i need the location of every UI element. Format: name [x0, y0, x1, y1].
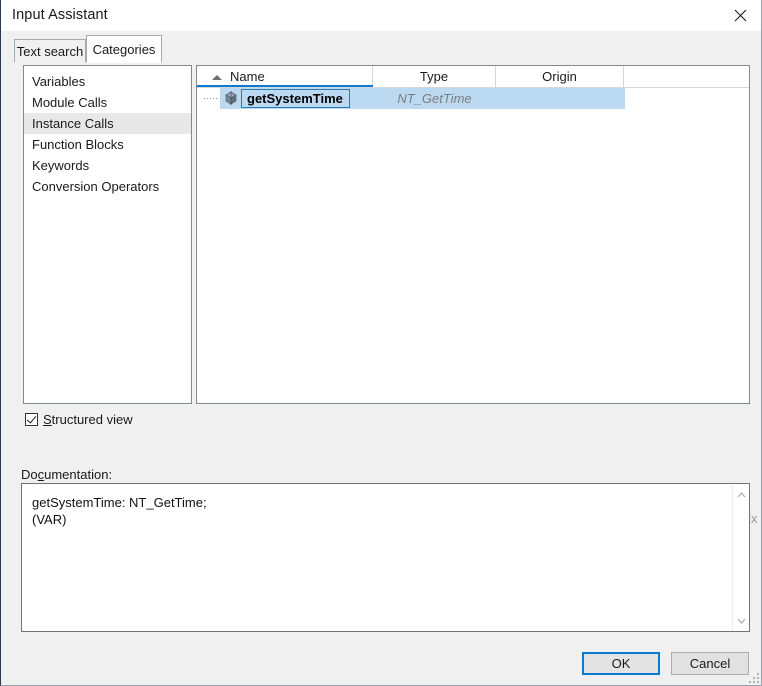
category-item-label: Keywords: [32, 158, 90, 173]
column-sort-underline: [197, 85, 373, 87]
tab-text-search-label: Text search: [16, 43, 84, 59]
row-type-cell: NT_GetTime: [397, 91, 472, 106]
column-header-filler: [624, 66, 749, 87]
tab-categories-label: Categories: [92, 41, 156, 57]
category-item-label: Function Blocks: [32, 137, 124, 152]
label-rest: umentation:: [44, 467, 113, 482]
tab-categories[interactable]: Categories: [86, 35, 162, 63]
scroll-down-button[interactable]: [733, 612, 749, 629]
structured-view-checkbox[interactable]: Structured view: [25, 412, 133, 427]
label-start: Do: [21, 467, 38, 482]
tree-header-row: Name Type Origin: [197, 66, 749, 88]
tree-connector-line: [204, 98, 218, 99]
documentation-label: Documentation:: [21, 467, 112, 482]
documentation-scrollbar[interactable]: [732, 484, 749, 631]
category-item-label: Module Calls: [32, 95, 108, 110]
category-item-variables[interactable]: Variables: [24, 71, 191, 92]
scroll-up-button[interactable]: [733, 486, 749, 503]
instance-cube-icon: [225, 91, 237, 105]
column-header-origin[interactable]: Origin: [496, 66, 624, 87]
category-list[interactable]: Variables Module Calls Instance Calls Fu…: [23, 65, 192, 404]
cancel-button-label: Cancel: [689, 656, 731, 671]
category-item-label: Conversion Operators: [32, 179, 160, 194]
category-item-label: Instance Calls: [32, 116, 114, 131]
category-item-module-calls[interactable]: Module Calls: [24, 92, 191, 113]
documentation-panel[interactable]: getSystemTime: NT_GetTime; (VAR): [21, 483, 750, 632]
tab-text-search[interactable]: Text search: [14, 39, 86, 62]
category-item-keywords[interactable]: Keywords: [24, 155, 191, 176]
category-item-function-blocks[interactable]: Function Blocks: [24, 134, 191, 155]
sort-ascending-icon: [212, 75, 222, 80]
documentation-text: getSystemTime: NT_GetTime; (VAR): [32, 495, 207, 527]
tab-strip: Text search Categories: [1, 31, 761, 63]
category-item-label: Variables: [32, 74, 86, 89]
ok-button[interactable]: OK: [582, 652, 660, 675]
row-name-cell[interactable]: getSystemTime: [241, 89, 350, 108]
label-rest: tructured view: [51, 412, 133, 427]
close-x-icon: [734, 9, 747, 22]
category-item-conversion-operators[interactable]: Conversion Operators: [24, 176, 191, 197]
close-button[interactable]: [718, 0, 761, 31]
ok-button-label: OK: [611, 656, 631, 671]
resize-grip[interactable]: [748, 672, 759, 683]
table-row[interactable]: getSystemTime NT_GetTime: [197, 88, 749, 109]
column-header-type[interactable]: Type: [373, 66, 496, 87]
input-assistant-dialog: Input Assistant Text search Categories V…: [0, 0, 762, 686]
column-header-name-label: Name: [230, 69, 265, 84]
column-header-type-label: Type: [419, 69, 449, 84]
chevron-down-icon: [737, 618, 746, 624]
cancel-button[interactable]: Cancel: [671, 652, 749, 675]
category-item-instance-calls[interactable]: Instance Calls: [24, 113, 191, 134]
structured-view-label: Structured view: [43, 412, 133, 427]
column-header-name[interactable]: Name: [197, 66, 373, 87]
accel-char: S: [43, 412, 52, 427]
title-bar: Input Assistant: [1, 0, 761, 31]
column-header-origin-label: Origin: [542, 69, 577, 84]
chevron-up-icon: [737, 491, 746, 497]
dialog-content: Variables Module Calls Instance Calls Fu…: [1, 62, 761, 685]
checkbox-indicator: [25, 413, 38, 426]
results-tree[interactable]: Name Type Origin getSystemTime NT_GetTim…: [196, 65, 750, 404]
window-title: Input Assistant: [12, 7, 108, 23]
